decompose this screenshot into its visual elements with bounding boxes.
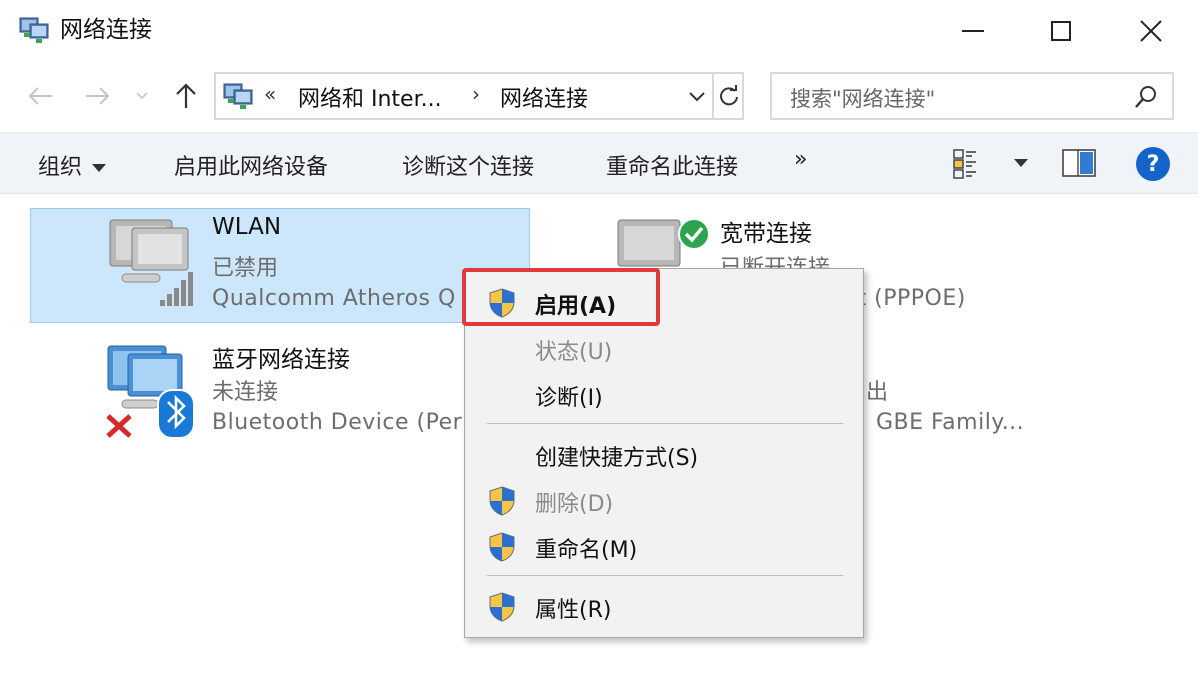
connection-name: 宽带连接 <box>720 221 812 247</box>
caret-down-icon <box>92 164 107 172</box>
annotation-highlight-box <box>462 268 660 326</box>
search-input[interactable]: 搜索"网络连接" <box>790 83 935 113</box>
window-title: 网络连接 <box>60 17 152 43</box>
title-bar: 网络连接 <box>0 0 1198 62</box>
maximize-button[interactable] <box>1016 0 1106 62</box>
uac-shield-icon <box>489 592 515 622</box>
refresh-icon <box>720 85 738 106</box>
connection-status: 未连接 <box>212 380 279 405</box>
search-box[interactable]: 搜索"网络连接" <box>770 72 1174 120</box>
close-button[interactable] <box>1106 0 1196 62</box>
connection-device: rt (PPPOE) <box>848 286 966 311</box>
menu-item-label: 删除(D) <box>535 492 614 517</box>
menu-item-label: 重命名(M) <box>535 538 638 563</box>
change-view-icon[interactable] <box>952 147 988 179</box>
up-button[interactable] <box>168 78 204 114</box>
more-commands-button[interactable]: » <box>794 147 807 172</box>
preview-pane-icon[interactable] <box>1062 149 1096 177</box>
menu-item-create-shortcut[interactable]: 创建快捷方式(S) <box>465 433 863 473</box>
enable-device-button[interactable]: 启用此网络设备 <box>174 149 328 181</box>
menu-item-status[interactable]: 状态(U) <box>465 327 863 367</box>
menu-item-label: 诊断(I) <box>535 386 603 411</box>
menu-separator <box>487 423 843 424</box>
chevron-down-icon <box>689 92 705 102</box>
menu-item-label: 属性(R) <box>535 598 612 623</box>
chevron-down-icon <box>136 92 148 100</box>
command-bar: 组织 启用此网络设备 诊断这个连接 重命名此连接 » ? <box>0 132 1198 194</box>
menu-item-diagnose[interactable]: 诊断(I) <box>465 373 863 413</box>
minimize-icon <box>962 30 984 32</box>
breadcrumb-separator[interactable]: › <box>472 82 480 106</box>
breadcrumb-network-connections[interactable]: 网络连接 <box>500 81 588 113</box>
network-connections-icon <box>19 17 49 43</box>
connection-device: Bluetooth Device (Per <box>212 410 463 435</box>
connection-name: WLAN <box>212 214 282 240</box>
network-connections-icon <box>223 83 253 109</box>
uac-shield-icon <box>489 532 515 562</box>
navigation-bar: « 网络和 Inter... › 网络连接 搜索"网络连接" <box>0 62 1198 132</box>
address-bar[interactable]: « 网络和 Inter... › 网络连接 <box>214 72 744 120</box>
connection-status: 出 <box>866 380 889 405</box>
address-history-button[interactable] <box>682 80 712 114</box>
menu-item-label: 状态(U) <box>535 340 613 365</box>
menu-separator <box>487 575 843 576</box>
refresh-button[interactable] <box>712 74 744 118</box>
menu-item-label: 创建快捷方式(S) <box>535 446 699 471</box>
close-icon <box>1140 20 1162 42</box>
connection-device: GBE Family... <box>876 410 1025 435</box>
back-arrow-icon <box>28 87 52 105</box>
recent-locations-button[interactable] <box>130 78 154 114</box>
menu-item-rename[interactable]: 重命名(M) <box>465 525 863 565</box>
menu-item-delete[interactable]: 删除(D) <box>465 479 863 519</box>
address-overflow-chevrons[interactable]: « <box>264 82 276 106</box>
help-icon[interactable]: ? <box>1136 147 1170 181</box>
back-button[interactable] <box>22 78 58 114</box>
breadcrumb-network-internet[interactable]: 网络和 Inter... <box>298 81 442 113</box>
forward-arrow-icon <box>86 87 110 105</box>
organize-menu[interactable]: 组织 <box>38 149 107 181</box>
minimize-button[interactable] <box>928 0 1018 62</box>
wlan-adapter-icon <box>109 219 193 306</box>
forward-button[interactable] <box>80 78 116 114</box>
uac-shield-icon <box>489 486 515 516</box>
connection-status: 已禁用 <box>212 256 279 281</box>
broadband-adapter-icon[interactable] <box>612 216 708 272</box>
bluetooth-adapter-icon[interactable] <box>100 340 204 440</box>
organize-label: 组织 <box>38 155 83 180</box>
menu-item-properties[interactable]: 属性(R) <box>465 585 863 625</box>
rename-connection-button[interactable]: 重命名此连接 <box>606 149 738 181</box>
up-arrow-icon <box>176 83 196 108</box>
search-icon[interactable] <box>1132 83 1160 111</box>
view-options-caret-icon[interactable] <box>1014 159 1028 167</box>
connection-device: Qualcomm Atheros Q <box>212 286 456 311</box>
connection-name: 蓝牙网络连接 <box>212 347 350 373</box>
maximize-icon <box>1051 21 1071 41</box>
diagnose-connection-button[interactable]: 诊断这个连接 <box>402 149 534 181</box>
